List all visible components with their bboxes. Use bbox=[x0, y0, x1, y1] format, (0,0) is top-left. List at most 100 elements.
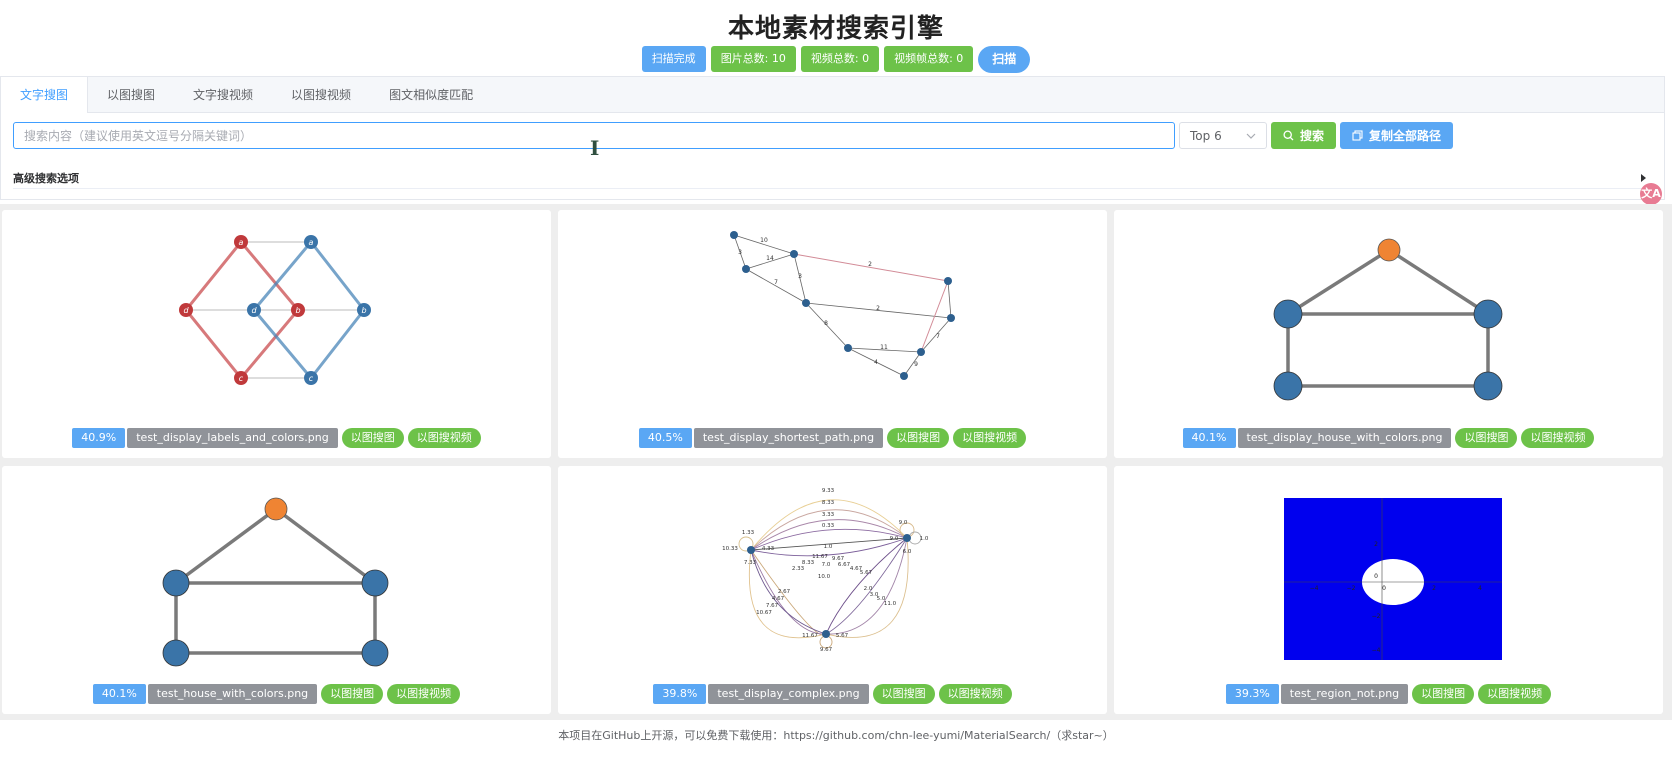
result-card[interactable]: 9.33 8.33 3.33 0.33 1.0 11.67 9.67 8.33 … bbox=[558, 466, 1107, 714]
result-footer: 40.1% test_display_house_with_colors.png… bbox=[1114, 428, 1663, 448]
edge-label: 3 bbox=[798, 273, 802, 280]
file-name[interactable]: test_display_labels_and_colors.png bbox=[127, 428, 338, 448]
footer-note: 本项目在GitHub上开源，可以免费下载使用：https://github.co… bbox=[558, 729, 1114, 742]
node-label: c bbox=[239, 374, 244, 383]
caret-right-icon bbox=[1641, 173, 1646, 182]
result-card[interactable]: a a d d b b c c 40.9% test_display_label… bbox=[2, 210, 551, 458]
search-button-label: 搜索 bbox=[1300, 129, 1325, 143]
video-count-badge: 视频总数: 0 bbox=[800, 46, 880, 72]
edge-label: 9.33 bbox=[822, 488, 835, 494]
search-video-by-image-button[interactable]: 以图搜视频 bbox=[1521, 428, 1595, 448]
edge-label: 10.33 bbox=[722, 546, 738, 552]
edge-label: 7 bbox=[774, 279, 778, 286]
result-footer: 40.1% test_house_with_colors.png 以图搜图 以图… bbox=[2, 684, 551, 704]
file-name[interactable]: test_display_house_with_colors.png bbox=[1237, 428, 1452, 448]
edge-label: 6.67 bbox=[838, 562, 851, 568]
node-label: b bbox=[295, 306, 300, 315]
result-thumbnail[interactable]: 9.33 8.33 3.33 0.33 1.0 11.67 9.67 8.33 … bbox=[558, 466, 1107, 686]
search-video-by-image-button[interactable]: 以图搜视频 bbox=[387, 684, 461, 704]
copy-all-paths-button[interactable]: 复制全部路径 bbox=[1340, 122, 1454, 149]
result-footer: 40.5% test_display_shortest_path.png 以图搜… bbox=[558, 428, 1107, 448]
edge-label: 7.33 bbox=[744, 560, 757, 566]
result-card[interactable]: 10 14 2 2 11 7 4 3 3 8 9 7 40.5% test_di… bbox=[558, 210, 1107, 458]
similarity-score: 39.8% bbox=[653, 684, 707, 704]
tab-image-search-video[interactable]: 以图搜视频 bbox=[272, 77, 370, 113]
edge-label: 4 bbox=[874, 359, 878, 366]
result-footer: 39.8% test_display_complex.png 以图搜图 以图搜视… bbox=[558, 684, 1107, 704]
file-name[interactable]: test_region_not.png bbox=[1280, 684, 1409, 704]
axis-tick: −2 bbox=[1372, 613, 1381, 620]
axis-tick: −2 bbox=[1347, 585, 1356, 592]
similarity-score: 39.3% bbox=[1225, 684, 1279, 704]
edge-label: 1.33 bbox=[742, 530, 755, 536]
copy-button-label: 复制全部路径 bbox=[1369, 129, 1442, 143]
search-by-image-button[interactable]: 以图搜图 bbox=[341, 428, 404, 448]
result-card[interactable]: 40.1% test_display_house_with_colors.png… bbox=[1114, 210, 1663, 458]
frame-count-badge: 视频帧总数: 0 bbox=[884, 46, 974, 72]
file-name[interactable]: test_display_complex.png bbox=[708, 684, 869, 704]
result-card[interactable]: −2 0 2 4 −4 2 0 −2 −4 39.3% test_region_… bbox=[1114, 466, 1663, 714]
scan-status-badge: 扫描完成 bbox=[641, 46, 706, 72]
search-row: Top 6 搜索 复制全部路径 bbox=[13, 122, 1454, 149]
search-icon bbox=[1283, 130, 1294, 141]
search-panel: 文字搜图 以图搜图 文字搜视频 以图搜视频 图文相似度匹配 Top 6 搜索 复… bbox=[0, 76, 1665, 200]
file-name[interactable]: test_display_shortest_path.png bbox=[693, 428, 884, 448]
result-thumbnail[interactable]: −2 0 2 4 −4 2 0 −2 −4 bbox=[1114, 466, 1663, 686]
tab-bar: 文字搜图 以图搜图 文字搜视频 以图搜视频 图文相似度匹配 bbox=[1, 77, 1664, 113]
search-by-image-button[interactable]: 以图搜图 bbox=[1412, 684, 1475, 704]
search-button[interactable]: 搜索 bbox=[1271, 122, 1337, 149]
edge-label: 9.0 bbox=[899, 520, 908, 526]
axis-tick: −4 bbox=[1310, 585, 1319, 592]
result-card[interactable]: 40.1% test_house_with_colors.png 以图搜图 以图… bbox=[2, 466, 551, 714]
search-by-image-button[interactable]: 以图搜图 bbox=[321, 684, 384, 704]
tab-text-search-video[interactable]: 文字搜视频 bbox=[174, 77, 272, 113]
edge-label: 9.67 bbox=[820, 647, 833, 653]
node-label: a bbox=[239, 238, 244, 247]
edge-label: 8.33 bbox=[822, 500, 835, 506]
page-title: 本地素材搜索引擎 bbox=[727, 14, 944, 44]
tab-image-text-similarity[interactable]: 图文相似度匹配 bbox=[370, 77, 492, 113]
advanced-options-toggle[interactable]: 高级搜索选项 bbox=[13, 167, 1646, 189]
edge-label: 7.0 bbox=[822, 562, 831, 568]
image-count-badge: 图片总数: 10 bbox=[710, 46, 796, 72]
tab-image-search-image[interactable]: 以图搜图 bbox=[88, 77, 174, 113]
search-video-by-image-button[interactable]: 以图搜视频 bbox=[938, 684, 1012, 704]
file-name[interactable]: test_house_with_colors.png bbox=[147, 684, 318, 704]
tab-text-search-image[interactable]: 文字搜图 bbox=[1, 77, 89, 113]
translate-icon[interactable]: 文A bbox=[1640, 183, 1662, 205]
search-by-image-button[interactable]: 以图搜图 bbox=[1455, 428, 1518, 448]
edge-label: 2.67 bbox=[778, 589, 791, 595]
copy-icon bbox=[1352, 130, 1363, 141]
axis-tick: 0 bbox=[1382, 585, 1386, 592]
result-thumbnail[interactable] bbox=[1114, 210, 1663, 430]
node-label: b bbox=[361, 306, 366, 315]
edge-label: 9.0 bbox=[890, 536, 899, 542]
edge-label: 5.67 bbox=[836, 633, 849, 639]
edge-label: 3 bbox=[738, 249, 742, 256]
search-video-by-image-button[interactable]: 以图搜视频 bbox=[407, 428, 481, 448]
search-video-by-image-button[interactable]: 以图搜视频 bbox=[1478, 684, 1552, 704]
result-thumbnail[interactable] bbox=[2, 466, 551, 686]
similarity-score: 40.5% bbox=[638, 428, 692, 448]
chevron-down-icon bbox=[1246, 133, 1256, 139]
edge-label: 5.67 bbox=[860, 570, 873, 576]
edge-label: 8 bbox=[824, 320, 828, 327]
result-thumbnail[interactable]: 10 14 2 2 11 7 4 3 3 8 9 7 bbox=[558, 210, 1107, 430]
search-video-by-image-button[interactable]: 以图搜视频 bbox=[953, 428, 1027, 448]
edge-label: 11 bbox=[880, 344, 888, 351]
axis-tick: 4 bbox=[1478, 585, 1482, 592]
edge-label: 2 bbox=[868, 261, 872, 268]
search-by-image-button[interactable]: 以图搜图 bbox=[887, 428, 950, 448]
edge-label: 1.0 bbox=[824, 544, 833, 550]
edge-label: 1.0 bbox=[920, 536, 929, 542]
edge-label: 10.0 bbox=[818, 574, 831, 580]
axis-tick: 2 bbox=[1374, 541, 1378, 548]
result-thumbnail[interactable]: a a d d b b c c bbox=[2, 210, 551, 430]
result-footer: 40.9% test_display_labels_and_colors.png… bbox=[2, 428, 551, 448]
edge-label: 4.67 bbox=[772, 596, 785, 602]
search-by-image-button[interactable]: 以图搜图 bbox=[872, 684, 935, 704]
node-label: c bbox=[309, 374, 314, 383]
similarity-score: 40.1% bbox=[1182, 428, 1236, 448]
topk-select[interactable]: Top 6 bbox=[1179, 122, 1267, 149]
scan-button[interactable]: 扫描 bbox=[978, 46, 1031, 73]
